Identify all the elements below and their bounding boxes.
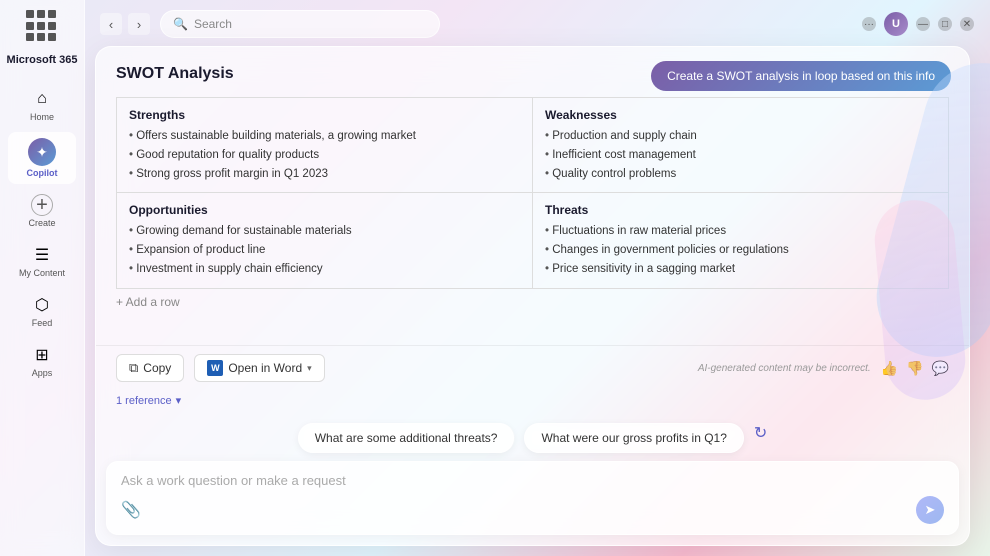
open-word-label: Open in Word — [228, 361, 302, 375]
chevron-down-icon: ▾ — [307, 363, 312, 374]
reference-label: 1 reference — [116, 395, 172, 407]
search-icon: 🔍 — [173, 17, 188, 31]
create-icon: + — [31, 194, 53, 216]
minimize-button[interactable]: — — [916, 17, 930, 31]
copy-icon: ⧉ — [129, 360, 138, 376]
send-button[interactable]: ➤ — [916, 496, 944, 524]
sidebar-item-create[interactable]: + Create — [8, 188, 76, 234]
input-area: 📎 ➤ — [106, 461, 959, 535]
list-item: Good reputation for quality products — [129, 147, 520, 163]
forward-button[interactable]: › — [128, 13, 150, 35]
add-row-button[interactable]: + Add a row — [116, 289, 949, 315]
reference-chevron-icon: ▾ — [176, 394, 182, 407]
sidebar-item-home[interactable]: ⌂ Home — [8, 82, 76, 128]
open-word-button[interactable]: W Open in Word ▾ — [194, 354, 324, 382]
attach-icon[interactable]: 📎 — [121, 500, 141, 520]
list-item: Inefficient cost management — [545, 147, 936, 163]
create-swot-loop-button[interactable]: Create a SWOT analysis in loop based on … — [651, 61, 951, 91]
input-bottom-bar: 📎 ➤ — [121, 496, 944, 524]
list-item: Quality control problems — [545, 166, 936, 182]
list-item: Production and supply chain — [545, 128, 936, 144]
copilot-icon: ✦ — [28, 138, 56, 166]
feed-icon: ⬡ — [31, 294, 53, 316]
my-content-icon: ☰ — [31, 244, 53, 266]
list-item: Expansion of product line — [129, 242, 520, 258]
list-item: Growing demand for sustainable materials — [129, 223, 520, 239]
copy-button[interactable]: ⧉ Copy — [116, 354, 184, 382]
list-item: Strong gross profit margin in Q1 2023 — [129, 166, 520, 182]
opportunities-heading: Opportunities — [129, 203, 520, 217]
copy-label: Copy — [143, 361, 171, 375]
swot-table: Strengths Offers sustainable building ma… — [116, 97, 949, 289]
copilot-panel: Create a SWOT analysis in loop based on … — [95, 46, 970, 546]
opportunities-cell: Opportunities Growing demand for sustain… — [117, 193, 533, 288]
apps-icon: ⊞ — [31, 344, 53, 366]
strengths-cell: Strengths Offers sustainable building ma… — [117, 98, 533, 193]
suggestion-chip-threats[interactable]: What are some additional threats? — [298, 423, 515, 453]
top-bar: ‹ › 🔍 Search — [95, 10, 970, 38]
sidebar-label-my-content: My Content — [19, 268, 65, 278]
suggestion-chip-profits[interactable]: What were our gross profits in Q1? — [524, 423, 743, 453]
search-bar[interactable]: 🔍 Search — [160, 10, 440, 38]
send-icon: ➤ — [925, 502, 936, 518]
sidebar-item-copilot[interactable]: ✦ Copilot — [8, 132, 76, 184]
weaknesses-cell: Weaknesses Production and supply chain I… — [533, 98, 949, 193]
app-title: Microsoft 365 — [7, 54, 78, 66]
main-area: ‹ › 🔍 Search Create a SWOT analysis in l… — [85, 0, 990, 556]
sidebar-label-apps: Apps — [32, 368, 53, 378]
weaknesses-heading: Weaknesses — [545, 108, 936, 122]
sidebar: Microsoft 365 ⌂ Home ✦ Copilot + Create … — [0, 0, 85, 556]
list-item: Investment in supply chain efficiency — [129, 261, 520, 277]
weaknesses-list: Production and supply chain Inefficient … — [545, 128, 936, 182]
maximize-button[interactable]: □ — [938, 17, 952, 31]
swot-content: SWOT Analysis Strengths Offers sustainab… — [96, 47, 969, 345]
refresh-icon[interactable]: ↻ — [754, 423, 767, 453]
ai-disclaimer: AI-generated content may be incorrect. — [698, 363, 871, 374]
threats-heading: Threats — [545, 203, 936, 217]
window-chrome: ··· U — □ ✕ — [862, 12, 974, 36]
chrome-controls: ··· — [862, 17, 876, 31]
back-button[interactable]: ‹ — [100, 13, 122, 35]
action-bar: ⧉ Copy W Open in Word ▾ AI-generated con… — [96, 345, 969, 390]
sidebar-label-home: Home — [30, 112, 54, 122]
sidebar-label-create: Create — [28, 218, 55, 228]
more-options-button[interactable]: ··· — [862, 17, 876, 31]
list-item: Offers sustainable building materials, a… — [129, 128, 520, 144]
home-icon: ⌂ — [31, 88, 53, 110]
sidebar-label-feed: Feed — [32, 318, 53, 328]
reference-bar[interactable]: 1 reference ▾ — [96, 390, 969, 415]
sidebar-item-apps[interactable]: ⊞ Apps — [8, 338, 76, 384]
close-button[interactable]: ✕ — [960, 17, 974, 31]
suggestion-area: What are some additional threats? What w… — [96, 415, 969, 461]
opportunities-list: Growing demand for sustainable materials… — [129, 223, 520, 277]
apps-grid-icon[interactable] — [26, 10, 58, 42]
sidebar-item-my-content[interactable]: ☰ My Content — [8, 238, 76, 284]
word-icon: W — [207, 360, 223, 376]
sidebar-label-copilot: Copilot — [27, 168, 58, 178]
sidebar-item-feed[interactable]: ⬡ Feed — [8, 288, 76, 334]
user-avatar[interactable]: U — [884, 12, 908, 36]
chat-input[interactable] — [121, 473, 944, 488]
strengths-heading: Strengths — [129, 108, 520, 122]
strengths-list: Offers sustainable building materials, a… — [129, 128, 520, 182]
search-placeholder: Search — [194, 17, 232, 31]
nav-arrows: ‹ › — [100, 13, 150, 35]
